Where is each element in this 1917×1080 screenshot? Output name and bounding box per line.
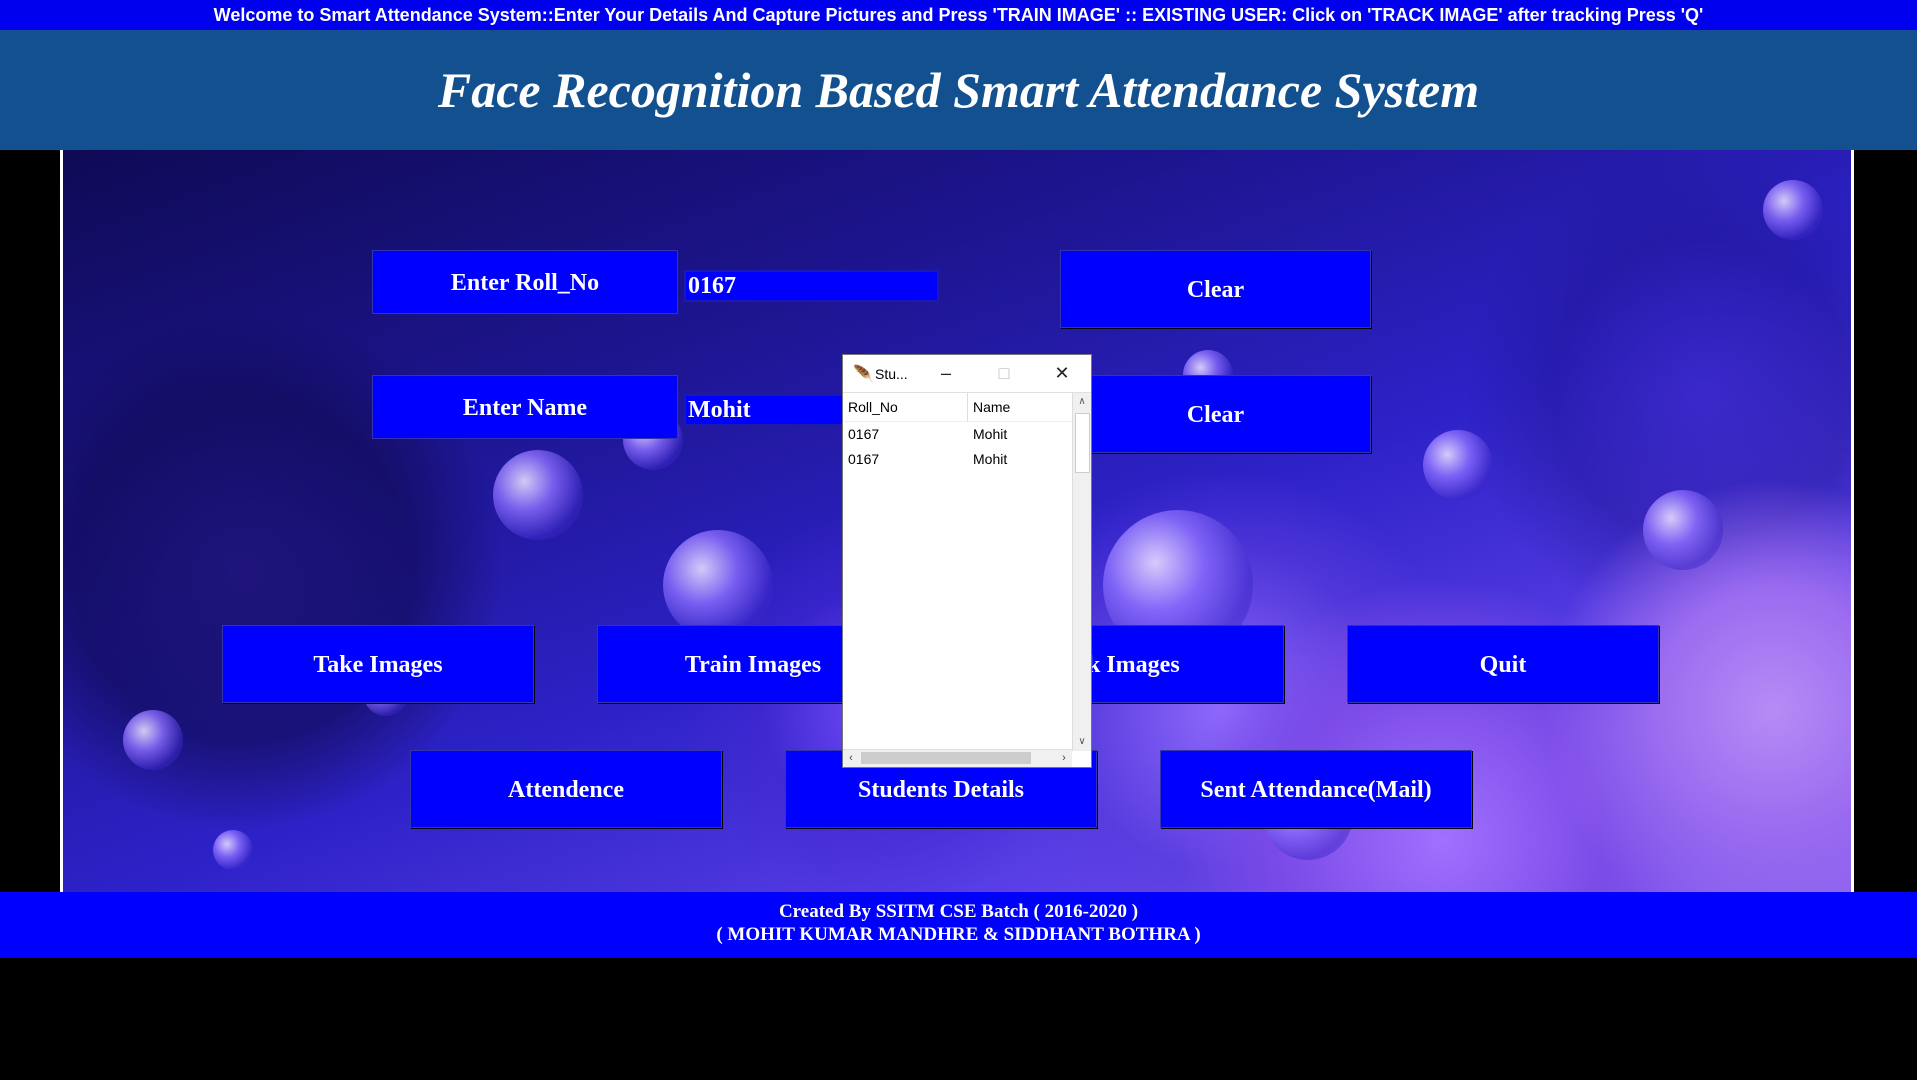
footer: Created By SSITM CSE Batch ( 2016-2020 )…: [0, 892, 1917, 958]
table-header: Roll_No Name: [843, 393, 1072, 422]
popup-titlebar[interactable]: 🪶 Stu... – □ ✕: [843, 355, 1091, 393]
bubble-decoration: [663, 530, 773, 640]
minimize-icon[interactable]: –: [917, 363, 975, 384]
bubble-decoration: [1643, 490, 1723, 570]
bubble-decoration: [493, 450, 583, 540]
bubble-decoration: [1423, 430, 1493, 500]
footer-authors: ( MOHIT KUMAR MANDHRE & SIDDHANT BOTHRA …: [716, 924, 1201, 945]
table-row[interactable]: 0167 Mohit: [843, 422, 1072, 447]
footer-credit: Created By SSITM CSE Batch ( 2016-2020 ): [778, 901, 1139, 922]
clear-roll-button[interactable]: Clear: [1060, 250, 1371, 328]
horizontal-scrollbar[interactable]: ‹ ›: [843, 749, 1072, 767]
table-row[interactable]: 0167 Mohit: [843, 447, 1072, 472]
vertical-scrollbar[interactable]: ∧ ∨: [1072, 393, 1091, 751]
header: Face Recognition Based Smart Attendance …: [0, 30, 1917, 150]
bubble-decoration: [213, 830, 253, 870]
popup-title: Stu...: [875, 365, 908, 382]
bubble-decoration: [1763, 180, 1823, 240]
clear-name-button[interactable]: Clear: [1060, 375, 1371, 453]
send-attendance-mail-button[interactable]: Sent Attendance(Mail): [1160, 750, 1472, 828]
cell-name: Mohit: [973, 426, 1008, 442]
cell-roll: 0167: [848, 426, 880, 442]
scroll-up-icon[interactable]: ∧: [1073, 393, 1091, 411]
scroll-left-icon[interactable]: ‹: [843, 750, 859, 767]
quit-button[interactable]: Quit: [1347, 625, 1659, 703]
cell-roll: 0167: [848, 451, 880, 467]
bubble-decoration: [123, 710, 183, 770]
students-table[interactable]: Roll_No Name 0167 Mohit 0167 Mohit: [843, 393, 1072, 751]
close-icon[interactable]: ✕: [1033, 363, 1091, 384]
page-title: Face Recognition Based Smart Attendance …: [437, 62, 1480, 118]
feather-icon: 🪶: [853, 365, 873, 383]
name-label: Enter Name: [372, 375, 678, 439]
vertical-scroll-thumb[interactable]: [1075, 413, 1090, 473]
scroll-down-icon[interactable]: ∨: [1073, 733, 1091, 751]
column-header-name[interactable]: Name: [968, 393, 1010, 421]
horizontal-scroll-thumb[interactable]: [861, 752, 1031, 764]
students-popup-window[interactable]: 🪶 Stu... – □ ✕ Roll_No Name 0167 Mohit 0…: [842, 354, 1092, 768]
cell-name: Mohit: [973, 451, 1008, 467]
maximize-icon[interactable]: □: [975, 363, 1033, 384]
attendance-button[interactable]: Attendence: [410, 750, 722, 828]
scroll-right-icon[interactable]: ›: [1056, 750, 1072, 767]
column-header-roll[interactable]: Roll_No: [843, 393, 968, 421]
take-images-button[interactable]: Take Images: [222, 625, 534, 703]
roll-no-input[interactable]: 0167: [684, 270, 939, 302]
roll-no-label: Enter Roll_No: [372, 250, 678, 314]
welcome-marquee: Welcome to Smart Attendance System::Ente…: [0, 0, 1917, 30]
